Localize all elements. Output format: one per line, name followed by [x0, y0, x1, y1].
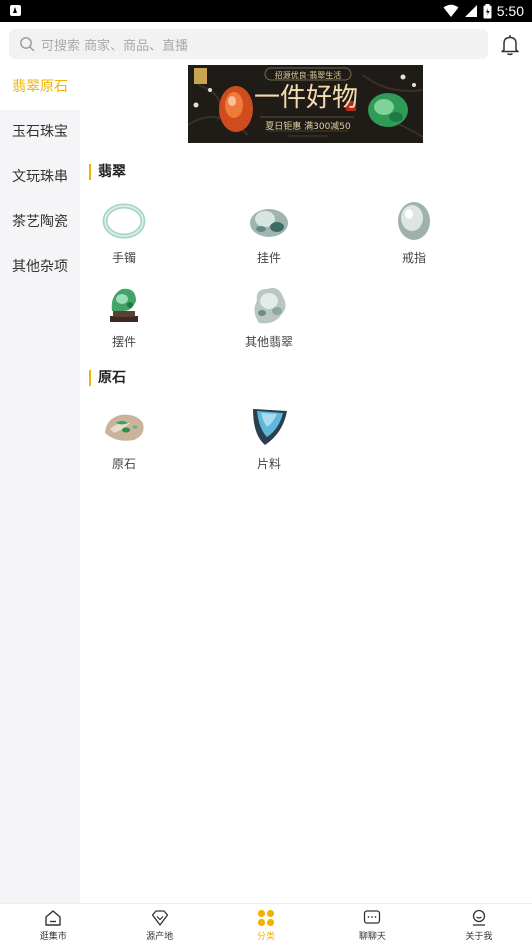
category-item-bangle[interactable]: 手镯: [79, 199, 169, 266]
home-icon: [45, 910, 61, 926]
tab-chat[interactable]: 聊聊天: [319, 904, 425, 946]
signal-icon: [464, 5, 477, 17]
search-placeholder: 可搜索 商家、商品、直播: [41, 38, 189, 54]
section-title-jade: 翡翠: [89, 164, 126, 180]
category-item-slab[interactable]: 片料: [224, 405, 314, 472]
search-icon: [20, 37, 35, 52]
category-icon: [257, 909, 275, 927]
ornament-icon: [110, 288, 138, 322]
category-label: 摆件: [111, 335, 136, 349]
category-item-raw-stone[interactable]: 原石: [79, 405, 169, 472]
raw-stone-icon: [105, 414, 144, 441]
bell-icon[interactable]: [500, 34, 520, 56]
tab-origin[interactable]: 源产地: [106, 904, 212, 946]
bottom-tab-bar: 逛集市 源产地 分类 聊聊天 关于我: [0, 903, 532, 946]
chat-icon: [364, 910, 381, 924]
category-label: 原石: [111, 457, 136, 471]
category-sidebar: 翡翠原石 玉石珠宝 文玩珠串 茶艺陶瓷 其他杂项: [0, 65, 80, 903]
category-label: 其他翡翠: [244, 335, 293, 349]
tab-label: 聊聊天: [358, 932, 386, 942]
category-label: 片料: [256, 457, 281, 471]
status-time: 5:50: [496, 3, 524, 19]
ring-icon: [398, 202, 430, 240]
category-item-ornament[interactable]: 摆件: [79, 283, 169, 350]
tab-market[interactable]: 逛集市: [0, 904, 106, 946]
diamond-icon: [151, 910, 168, 926]
tab-label: 源产地: [146, 932, 174, 942]
category-item-pendant[interactable]: 挂件: [224, 199, 314, 266]
pendant-icon: [250, 209, 288, 237]
sidebar-item-misc[interactable]: 其他杂项: [0, 245, 80, 290]
search-bar: 可搜索 商家、商品、直播: [0, 22, 532, 65]
tab-category[interactable]: 分类: [213, 904, 319, 946]
sidebar-item-jade-jewelry[interactable]: 玉石珠宝: [0, 110, 80, 155]
category-label: 手镯: [111, 251, 136, 265]
section-title-raw-stone: 原石: [89, 370, 126, 386]
profile-icon: [472, 909, 485, 926]
tab-label: 分类: [257, 932, 276, 942]
sidebar-item-jade-raw-stone[interactable]: 翡翠原石: [0, 65, 80, 110]
category-item-ring[interactable]: 戒指: [369, 199, 459, 266]
other-jade-icon: [254, 288, 286, 324]
search-input[interactable]: 可搜索 商家、商品、直播: [9, 29, 488, 59]
status-bar: 5:50: [0, 0, 532, 22]
tab-label: 逛集市: [39, 932, 67, 942]
banner-headline: 一件好物: [254, 83, 359, 113]
battery-icon: [483, 3, 492, 18]
promo-banner[interactable]: 招源优良·翡翠生活 一件好物 夏日钜惠 满300减50: [188, 65, 423, 143]
category-item-other-jade[interactable]: 其他翡翠: [224, 283, 314, 350]
banner-top-text: 招源优良·翡翠生活: [274, 71, 342, 80]
tab-label: 关于我: [465, 932, 493, 942]
category-label: 戒指: [401, 251, 426, 265]
category-label: 挂件: [256, 251, 281, 265]
sidebar-item-tea-ceramics[interactable]: 茶艺陶瓷: [0, 200, 80, 245]
slab-icon: [253, 409, 287, 445]
sidebar-item-beads[interactable]: 文玩珠串: [0, 155, 80, 200]
bangle-icon: [102, 203, 146, 239]
app-notification-icon: [10, 5, 21, 16]
tab-profile[interactable]: 关于我: [426, 904, 532, 946]
banner-sub-text: 夏日钜惠 满300减50: [265, 122, 351, 132]
wifi-icon: [443, 4, 459, 17]
